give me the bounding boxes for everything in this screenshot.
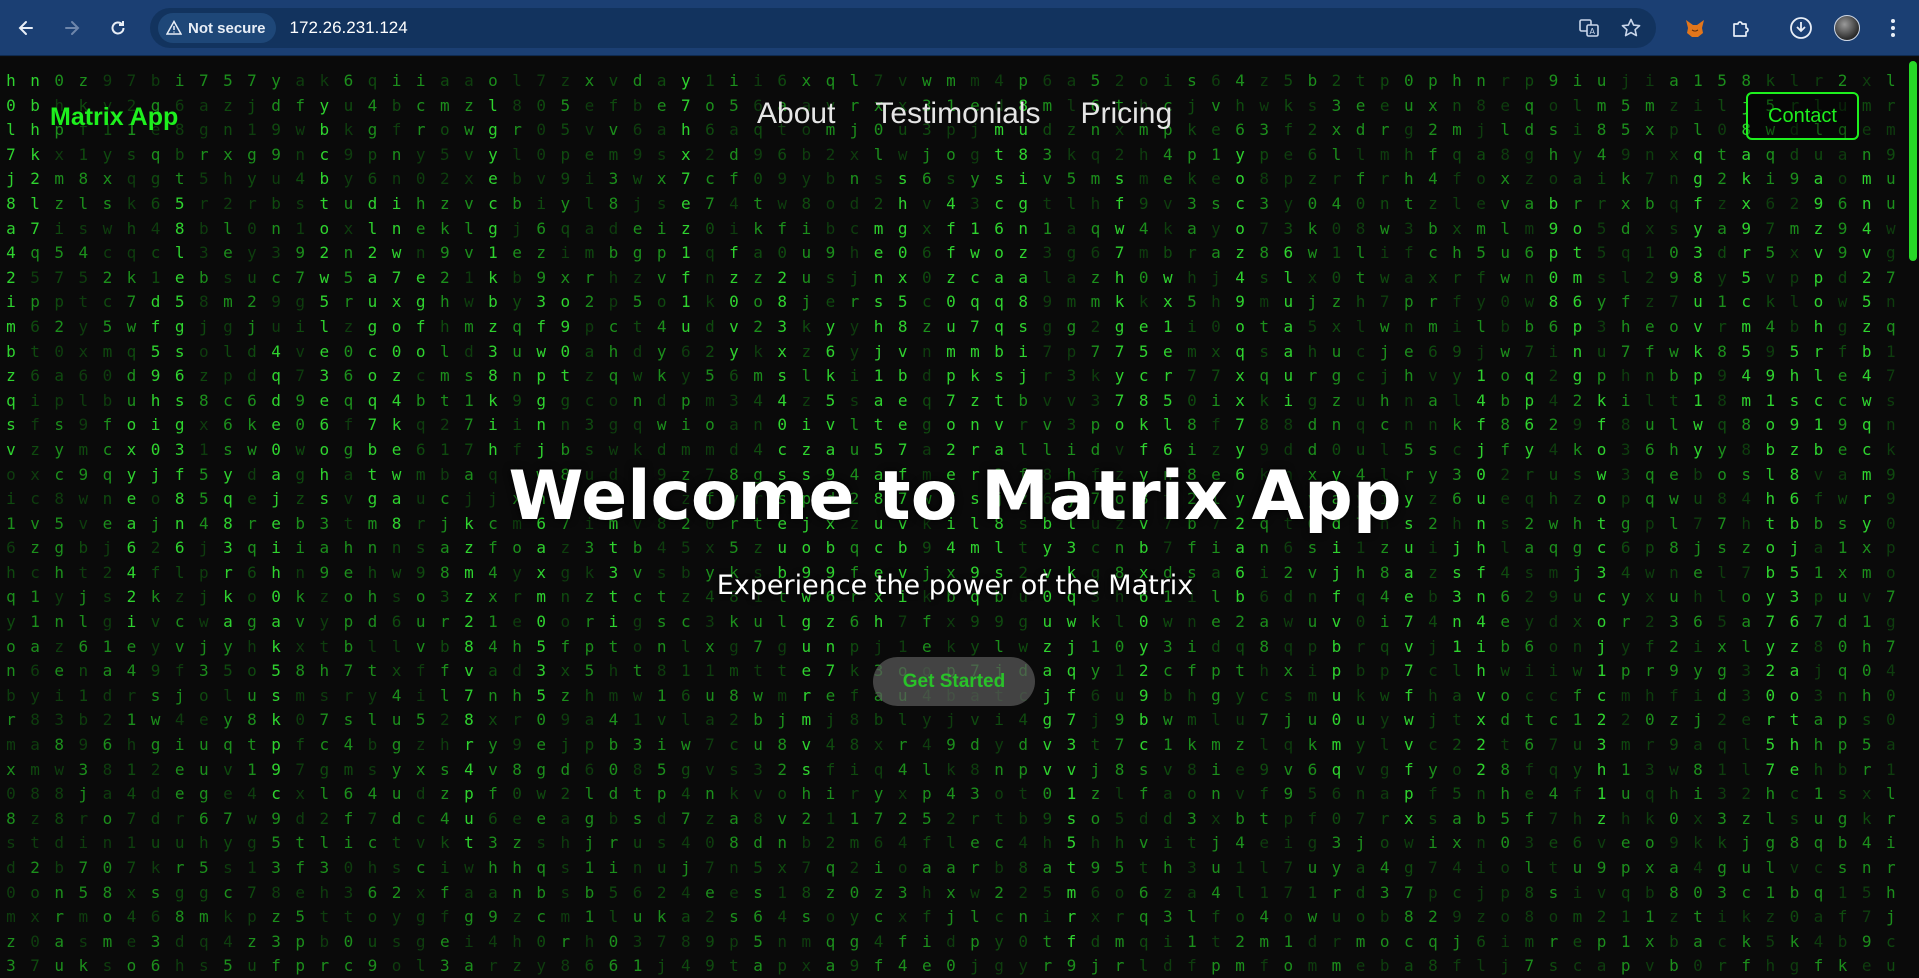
- page-viewport: h0l7j8a42imbzqsvoi16hqyonbrmx08sd0mz3nbh…: [0, 57, 1919, 978]
- reload-button[interactable]: [98, 8, 138, 48]
- page-scrollbar[interactable]: [1905, 57, 1919, 978]
- translate-icon[interactable]: A: [1578, 17, 1600, 39]
- security-indicator[interactable]: Not secure: [158, 13, 276, 43]
- get-started-button[interactable]: Get Started: [873, 657, 1035, 706]
- menu-button[interactable]: [1875, 10, 1911, 46]
- address-bar[interactable]: Not secure 172.26.231.124 A: [150, 8, 1656, 48]
- security-label: Not secure: [188, 19, 266, 37]
- profile-button[interactable]: [1829, 10, 1865, 46]
- fox-extension-icon: [1686, 20, 1704, 37]
- forward-button[interactable]: [52, 8, 92, 48]
- reload-icon: [111, 20, 125, 34]
- back-button[interactable]: [6, 8, 46, 48]
- hero-title: Welcome to Matrix App: [508, 457, 1402, 536]
- downloads-button[interactable]: [1783, 10, 1819, 46]
- profile-avatar: [1834, 15, 1860, 41]
- extensions-button[interactable]: [1723, 10, 1759, 46]
- scrollbar-thumb[interactable]: [1909, 61, 1917, 261]
- url-text[interactable]: 172.26.231.124: [290, 18, 408, 38]
- back-icon: [18, 20, 33, 35]
- hero-section: Welcome to Matrix App Experience the pow…: [0, 57, 1919, 978]
- svg-text:A: A: [1590, 27, 1596, 36]
- kebab-menu-icon: [1891, 19, 1895, 37]
- warning-icon: [166, 20, 182, 35]
- download-icon: [1790, 17, 1812, 39]
- star-icon[interactable]: [1620, 17, 1642, 39]
- forward-icon: [65, 20, 80, 35]
- puzzle-icon: [1733, 21, 1749, 37]
- hero-subtitle: Experience the power of the Matrix: [716, 570, 1194, 601]
- fox-extension-button[interactable]: [1677, 10, 1713, 46]
- browser-toolbar: Not secure 172.26.231.124 A: [0, 0, 1919, 56]
